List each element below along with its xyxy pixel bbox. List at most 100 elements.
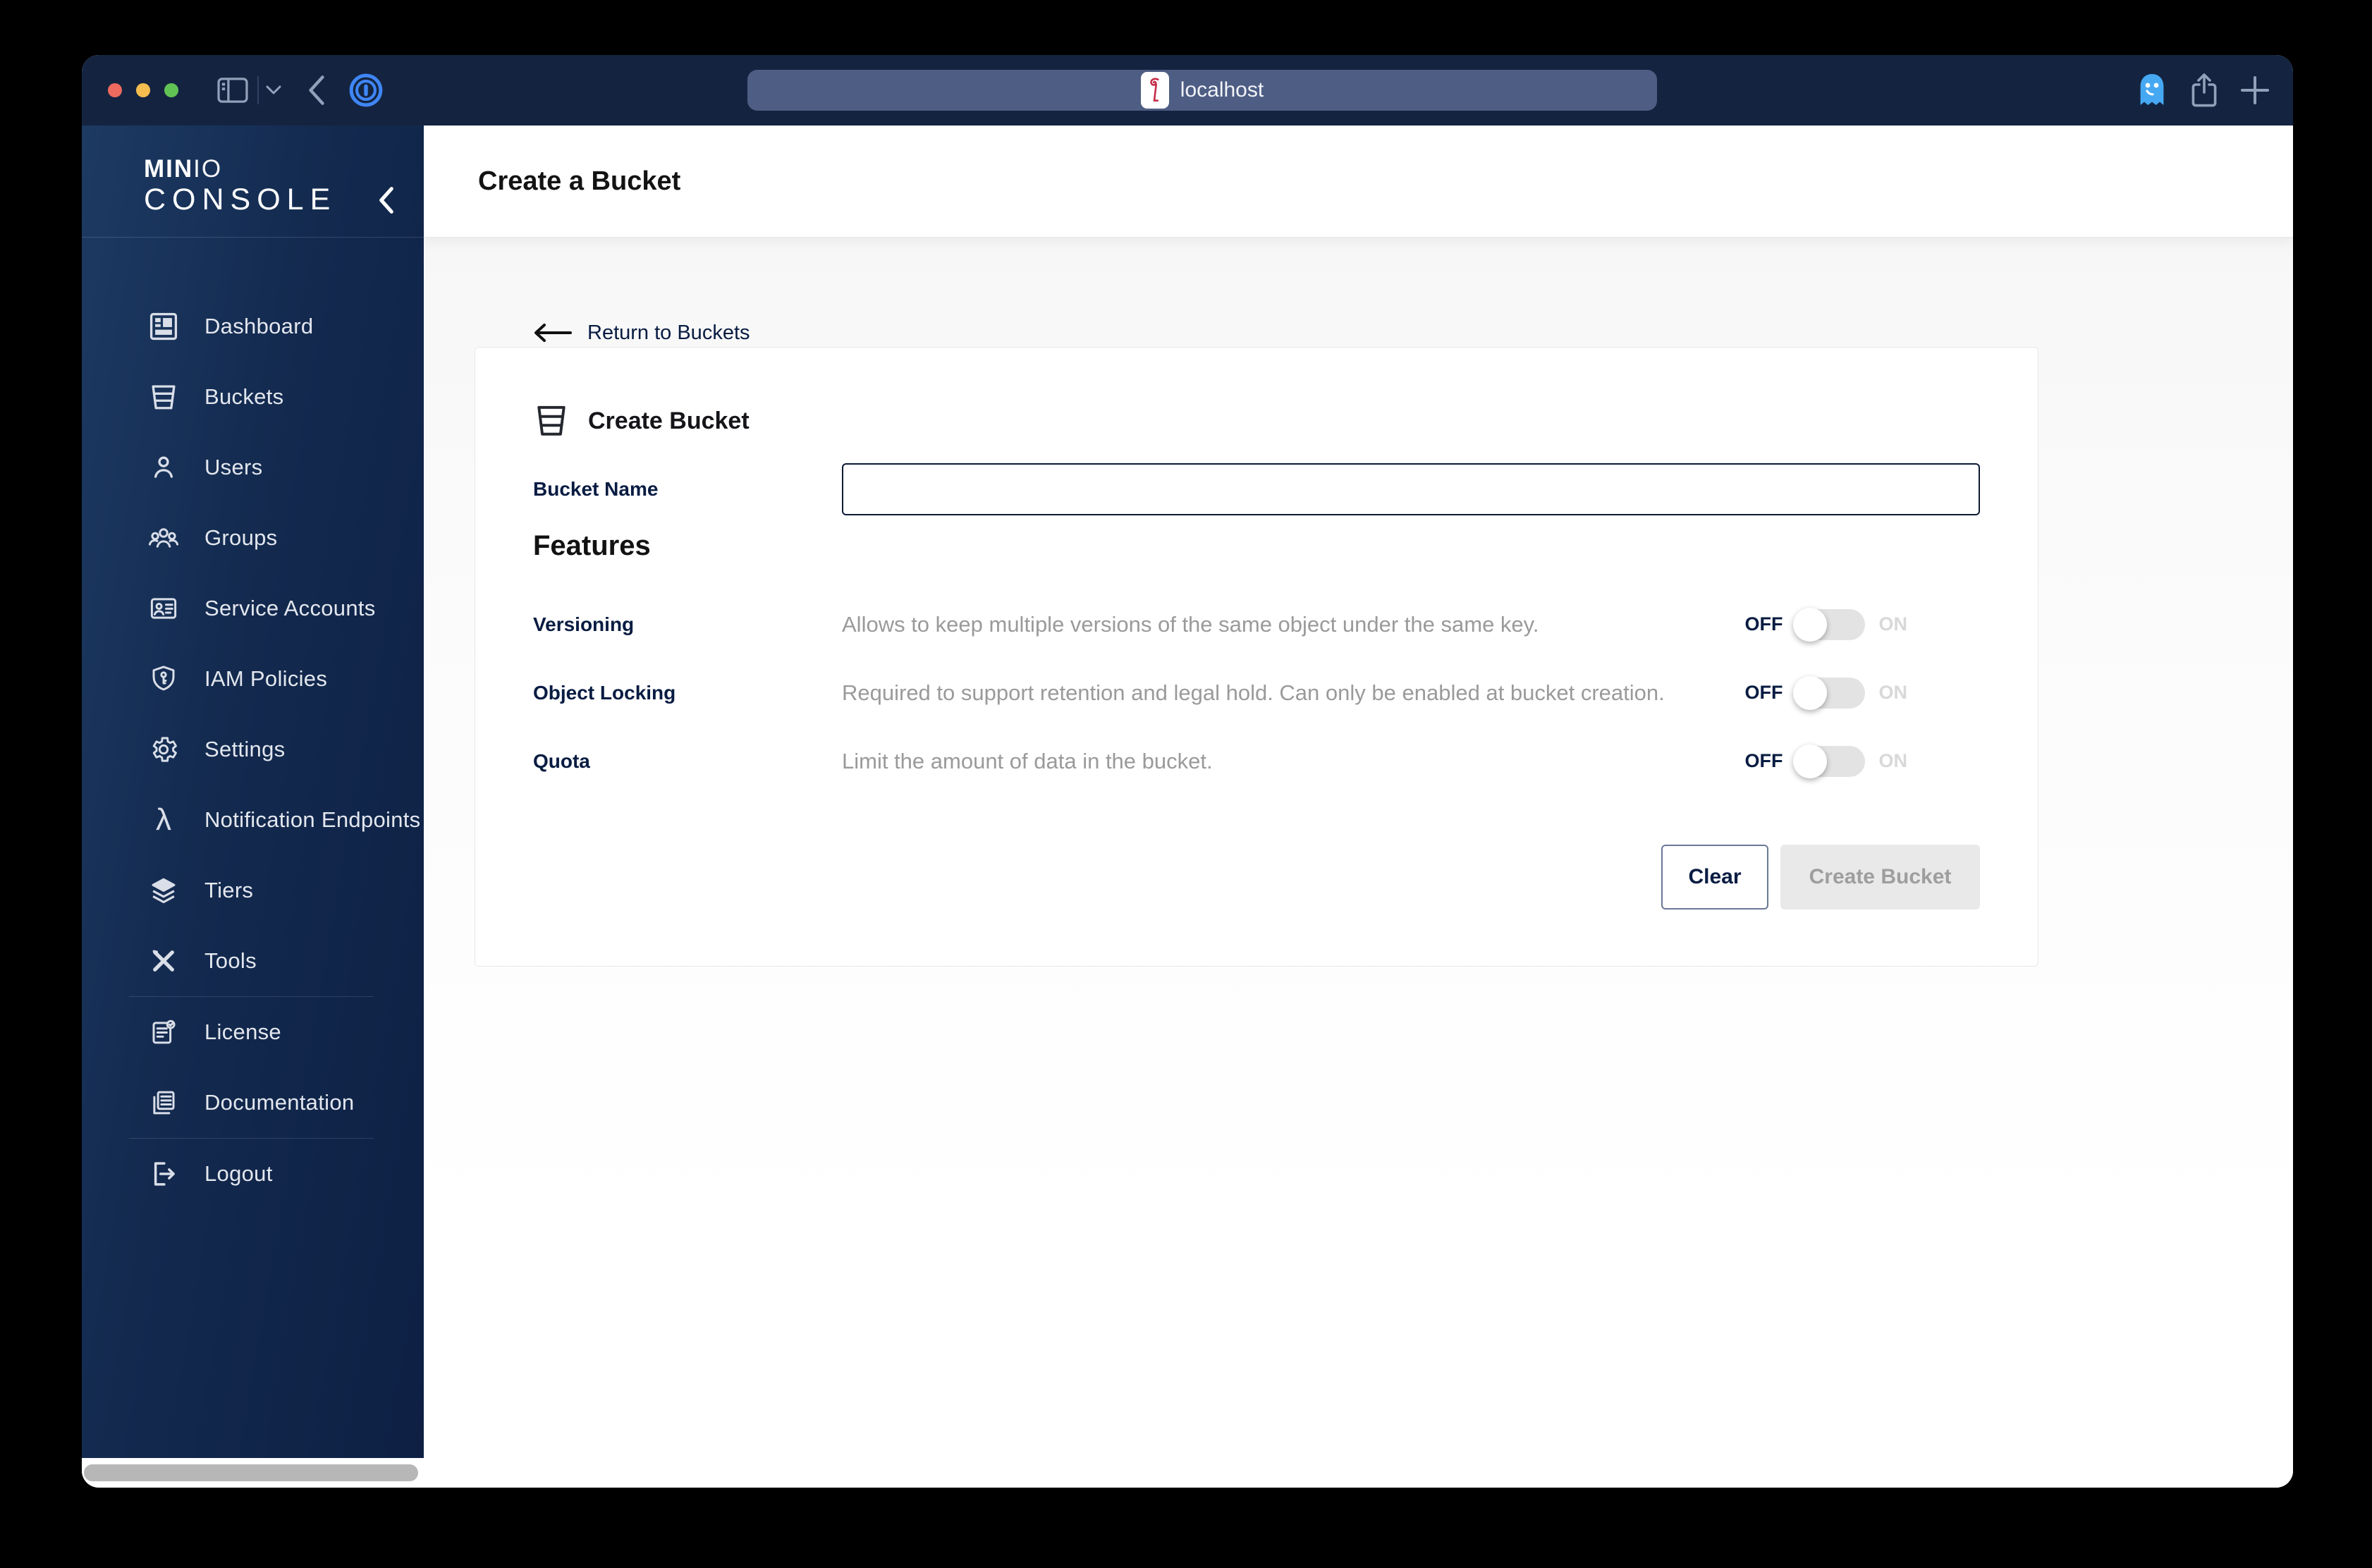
feature-description: Required to support retention and legal …: [842, 680, 1665, 705]
ghostery-extension-icon[interactable]: [2135, 72, 2169, 109]
sidebar-item-buckets[interactable]: Buckets: [82, 362, 424, 432]
main-panel: Create a Bucket Return to Buckets Create…: [424, 125, 2293, 1488]
sidebar-item-documentation[interactable]: Documentation: [82, 1067, 424, 1138]
toggle-on-label: ON: [1878, 682, 1908, 703]
sidebar-item-label: Settings: [204, 737, 286, 761]
layers-icon: [147, 874, 181, 907]
object-locking-toggle-group: OFF ON: [1744, 675, 1908, 710]
sidebar-item-label: Documentation: [204, 1090, 355, 1115]
toggle-off-label: OFF: [1744, 613, 1783, 635]
sidebar-item-label: Notification Endpoints: [204, 807, 421, 832]
sidebar-item-tiers[interactable]: Tiers: [82, 855, 424, 926]
tools-icon: [147, 944, 181, 978]
page-content: Return to Buckets Create Bucket Bucket N…: [424, 238, 2293, 1488]
address-bar-url: localhost: [1180, 78, 1264, 102]
feature-description: Limit the amount of data in the bucket.: [842, 748, 1213, 773]
versioning-toggle[interactable]: [1792, 607, 1865, 642]
sidebar-item-label: License: [204, 1019, 281, 1044]
features-heading: Features: [533, 530, 651, 561]
sidebar-item-settings[interactable]: Settings: [82, 714, 424, 785]
toggle-off-label: OFF: [1744, 682, 1783, 703]
clear-button[interactable]: Clear: [1661, 845, 1768, 909]
toggle-off-label: OFF: [1744, 750, 1783, 771]
gear-icon: [147, 733, 181, 766]
zoom-window-button[interactable]: [164, 83, 178, 97]
license-icon: [147, 1015, 181, 1049]
object-locking-toggle[interactable]: [1792, 675, 1865, 710]
browser-window: localhost MINIO CONSOLE Dashboard Bucket…: [82, 55, 2293, 1488]
sidebar-item-iam-policies[interactable]: IAM Policies: [82, 644, 424, 714]
create-bucket-button[interactable]: Create Bucket: [1780, 845, 1980, 909]
bucket-name-label: Bucket Name: [533, 478, 659, 500]
back-button-icon[interactable]: [307, 75, 326, 106]
sidebar-menu: Dashboard Buckets Users Groups Service A…: [82, 291, 424, 1209]
logo-io: IO: [193, 155, 223, 183]
quota-toggle-group: OFF ON: [1744, 744, 1908, 778]
chevron-down-icon[interactable]: [265, 85, 282, 96]
horizontal-scrollbar[interactable]: [84, 1464, 418, 1481]
sidebar-item-groups[interactable]: Groups: [82, 503, 424, 573]
sidebar-item-label: IAM Policies: [204, 666, 328, 691]
quota-toggle[interactable]: [1792, 744, 1865, 778]
sidebar-item-label: Logout: [204, 1161, 273, 1186]
versioning-toggle-group: OFF ON: [1744, 607, 1908, 642]
back-arrow-icon: [532, 322, 573, 343]
titlebar-separator: [257, 76, 259, 104]
toggle-knob: [1792, 744, 1827, 778]
bucket-name-row: Bucket Name: [533, 463, 1980, 515]
dashboard-icon: [147, 310, 181, 343]
bottom-scrollbar-strip: [82, 1458, 2293, 1488]
bucket-icon: [533, 403, 570, 439]
sidebar-item-label: Users: [204, 455, 263, 479]
sidebar-item-dashboard[interactable]: Dashboard: [82, 291, 424, 362]
card-header: Create Bucket: [533, 401, 1980, 441]
shield-key-icon: [147, 662, 181, 696]
logo-min: MIN: [144, 155, 194, 183]
browser-titlebar: localhost: [82, 55, 2293, 125]
sidebar-item-label: Tiers: [204, 878, 254, 902]
documentation-icon: [147, 1086, 181, 1120]
collapse-sidebar-icon[interactable]: [377, 186, 396, 214]
sidebar-item-label: Dashboard: [204, 314, 314, 338]
sidebar-item-users[interactable]: Users: [82, 432, 424, 503]
sidebar: MINIO CONSOLE Dashboard Buckets Users Gr…: [82, 125, 424, 1488]
feature-rows: Versioning Allows to keep multiple versi…: [533, 590, 1980, 795]
return-to-buckets-link[interactable]: Return to Buckets: [532, 317, 750, 349]
sidebar-item-tools[interactable]: Tools: [82, 926, 424, 996]
sidebar-item-license[interactable]: License: [82, 997, 424, 1067]
feature-label: Versioning: [533, 613, 635, 635]
feature-row-versioning: Versioning Allows to keep multiple versi…: [533, 590, 1980, 659]
sidebar-item-label: Service Accounts: [204, 596, 376, 620]
sidebar-item-logout[interactable]: Logout: [82, 1139, 424, 1209]
new-tab-plus-icon[interactable]: [2239, 75, 2270, 106]
card-title: Create Bucket: [588, 407, 750, 434]
groups-icon: [147, 521, 181, 555]
minimize-window-button[interactable]: [136, 83, 150, 97]
share-icon[interactable]: [2188, 72, 2220, 109]
screenshot-stage: localhost MINIO CONSOLE Dashboard Bucket…: [0, 0, 2372, 1568]
feature-label: Quota: [533, 749, 590, 772]
sidebar-item-label: Buckets: [204, 384, 284, 409]
return-link-label: Return to Buckets: [587, 321, 750, 344]
minio-logo-text: MINIO: [144, 157, 424, 182]
toggle-sidebar-icon[interactable]: [216, 77, 249, 104]
minio-console-logo: MINIO CONSOLE: [82, 125, 424, 238]
sidebar-item-notification-endpoints[interactable]: λ Notification Endpoints: [82, 785, 424, 855]
sidebar-item-label: Groups: [204, 525, 278, 550]
user-icon: [147, 451, 181, 484]
close-window-button[interactable]: [108, 83, 122, 97]
logout-icon: [147, 1157, 181, 1191]
window-controls: [108, 83, 178, 97]
feature-description: Allows to keep multiple versions of the …: [842, 611, 1539, 637]
toggle-on-label: ON: [1878, 613, 1908, 635]
toggle-knob: [1792, 675, 1827, 710]
id-card-icon: [147, 592, 181, 625]
bucket-name-input[interactable]: [842, 463, 1980, 515]
onepassword-extension-icon[interactable]: [348, 73, 384, 108]
toggle-on-label: ON: [1878, 750, 1908, 771]
sidebar-item-service-accounts[interactable]: Service Accounts: [82, 573, 424, 644]
site-favicon-flamingo-icon: [1140, 72, 1169, 109]
create-bucket-card: Create Bucket Bucket Name Features Versi…: [475, 347, 2038, 967]
lambda-icon: λ: [156, 802, 171, 837]
address-bar[interactable]: localhost: [747, 70, 1657, 111]
